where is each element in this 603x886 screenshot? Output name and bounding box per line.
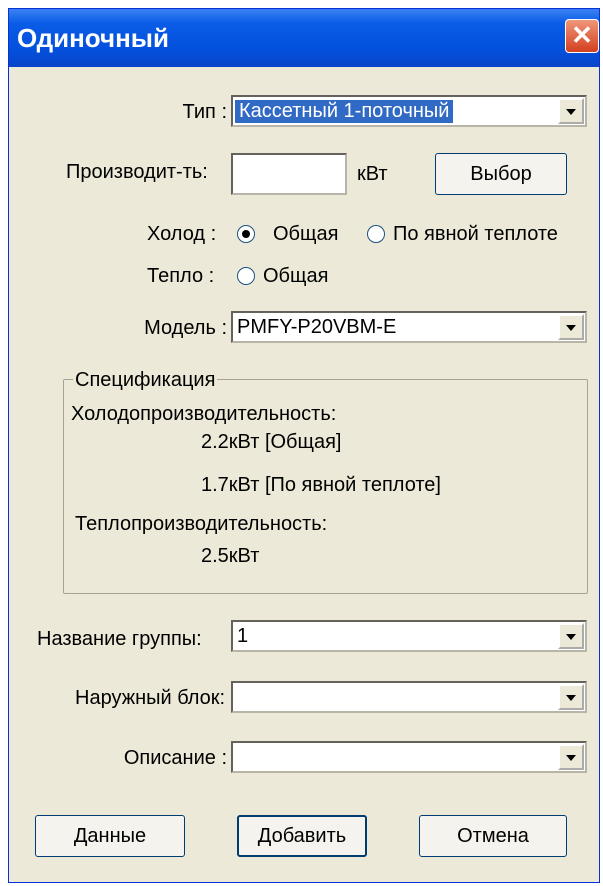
type-dropdown[interactable]: Кассетный 1-поточный <box>231 95 587 127</box>
chevron-down-icon[interactable] <box>558 314 584 340</box>
description-label: Описание : <box>123 747 227 769</box>
heating-total-radio[interactable] <box>237 267 255 285</box>
group-name-dropdown[interactable]: 1 <box>231 620 587 652</box>
close-icon: ✕ <box>571 20 593 50</box>
chevron-down-icon[interactable] <box>558 684 584 710</box>
heating-total-option[interactable]: Общая <box>263 265 328 288</box>
specification-title: Спецификация <box>73 369 218 392</box>
select-button[interactable]: Выбор <box>435 153 567 195</box>
cancel-button[interactable]: Отмена <box>419 815 567 857</box>
add-button[interactable]: Добавить <box>237 815 367 857</box>
model-dropdown[interactable]: PMFY-P20VBM-E <box>231 311 587 343</box>
model-label: Модель : <box>144 317 227 339</box>
group-name-value: 1 <box>237 625 249 647</box>
data-button[interactable]: Данные <box>35 815 185 857</box>
cooling-sensible-option[interactable]: По явной теплоте <box>393 223 558 246</box>
cooling-total-value: 2.2кВт [Общая] <box>201 431 342 453</box>
description-dropdown[interactable] <box>231 741 587 773</box>
type-value: Кассетный 1-поточный <box>235 100 454 123</box>
cooling-sensible-radio[interactable] <box>367 225 385 243</box>
capacity-label: Производит-ть: <box>66 161 208 183</box>
cooling-sensible-value: 1.7кВт [По явной теплоте] <box>201 474 441 496</box>
model-value: PMFY-P20VBM-E <box>237 316 397 338</box>
heating-label: Тепло : <box>147 265 215 287</box>
outdoor-unit-label: Наружный блок: <box>75 687 226 709</box>
cooling-total-option[interactable]: Общая <box>273 223 338 246</box>
cooling-label: Холод : <box>147 223 217 245</box>
capacity-input[interactable] <box>231 153 347 195</box>
heating-total-value: 2.5кВт <box>201 545 260 567</box>
outdoor-unit-dropdown[interactable] <box>231 681 587 713</box>
window-title: Одиночный <box>17 23 169 53</box>
type-label: Тип : <box>182 101 227 123</box>
chevron-down-icon[interactable] <box>558 98 584 124</box>
capacity-unit: кВт <box>357 163 388 185</box>
title-bar[interactable]: Одиночный ✕ <box>9 9 599 67</box>
heating-capacity-label: Теплопроизводительность: <box>75 513 328 535</box>
chevron-down-icon[interactable] <box>558 623 584 649</box>
group-name-label: Название группы: <box>37 628 202 650</box>
chevron-down-icon[interactable] <box>558 744 584 770</box>
cooling-total-radio[interactable] <box>237 225 255 243</box>
dialog-window: Одиночный ✕ Тип : Кассетный 1-поточный П… <box>8 8 600 883</box>
close-button[interactable]: ✕ <box>565 19 599 53</box>
cooling-capacity-label: Холодопроизводительность: <box>71 403 337 425</box>
